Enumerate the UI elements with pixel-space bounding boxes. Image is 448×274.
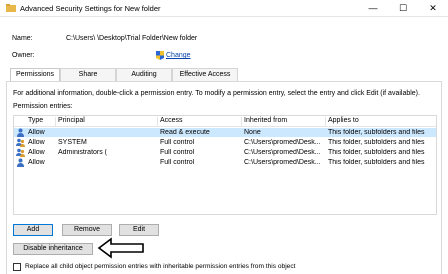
column-header-inherited-from[interactable]: Inherited from — [242, 117, 326, 126]
table-row[interactable]: Allow SYSTEM Full control C:\Users\prome… — [14, 138, 436, 147]
tab-share[interactable]: Share — [60, 68, 116, 81]
edit-button[interactable]: Edit — [119, 224, 159, 236]
column-header-principal[interactable]: Principal — [56, 117, 158, 126]
cell-type: Allow — [28, 129, 45, 136]
column-header-access[interactable]: Access — [158, 117, 242, 126]
maximize-button[interactable]: ☐ — [388, 0, 418, 17]
cell-applies-to: This folder, subfolders and files — [328, 149, 425, 156]
cell-type: Allow — [28, 159, 45, 166]
cell-inherited-from: None — [244, 129, 261, 136]
tab-effective-access[interactable]: Effective Access — [172, 68, 238, 81]
window-title: Advanced Security Settings for New folde… — [20, 4, 161, 13]
cell-access: Full control — [160, 149, 195, 156]
minimize-button[interactable]: — — [358, 0, 388, 17]
left-arrow-icon — [97, 237, 144, 259]
cell-principal: SYSTEM — [58, 139, 87, 146]
user-icon — [17, 128, 24, 137]
tab-permissions[interactable]: Permissions — [10, 68, 60, 82]
permission-entries-table[interactable]: Type Principal Access Inherited from App… — [13, 115, 437, 215]
cell-principal: Administrators ( — [58, 149, 108, 156]
folder-icon — [6, 4, 16, 12]
replace-child-permissions-label: Replace all child object permission entr… — [25, 263, 296, 270]
cell-type: Allow — [28, 149, 45, 156]
cell-inherited-from: C:\Users\promed\Desk... — [244, 149, 321, 156]
cell-access: Full control — [160, 139, 195, 146]
cell-inherited-from: C:\Users\promed\Desk... — [244, 139, 321, 146]
users-group-icon — [16, 138, 25, 147]
disable-inheritance-button[interactable]: Disable inheritance — [13, 243, 93, 255]
close-button[interactable]: ✕ — [418, 0, 448, 17]
name-label: Name: — [12, 35, 33, 42]
users-group-icon — [16, 148, 25, 157]
cell-type: Allow — [28, 139, 45, 146]
column-header-applies-to[interactable]: Applies to — [326, 117, 436, 126]
owner-label: Owner: — [12, 52, 35, 59]
name-value: C:\Users\ \Desktop\Trial Folder\New fold… — [66, 35, 198, 42]
replace-child-permissions-checkbox[interactable] — [13, 263, 21, 271]
dialog-content: Name: C:\Users\ \Desktop\Trial Folder\Ne… — [0, 18, 448, 274]
table-row[interactable]: Allow Read & execute None This folder, s… — [14, 128, 436, 137]
tab-strip: Permissions Share Auditing Effective Acc… — [10, 68, 440, 82]
info-text: For additional information, double-click… — [13, 90, 420, 97]
cell-applies-to: This folder, subfolders and files — [328, 139, 425, 146]
add-button[interactable]: Add — [13, 224, 53, 236]
permission-entries-label: Permission entries: — [13, 103, 73, 110]
cell-access: Full control — [160, 159, 195, 166]
table-header: Type Principal Access Inherited from App… — [14, 116, 436, 127]
tab-auditing[interactable]: Auditing — [116, 68, 172, 81]
cell-inherited-from: C:\Users\promed\Desk... — [244, 159, 321, 166]
change-owner-link[interactable]: Change — [166, 52, 191, 59]
user-icon — [17, 158, 24, 167]
title-bar: Advanced Security Settings for New folde… — [0, 0, 448, 17]
table-row[interactable]: Allow Administrators ( Full control C:\U… — [14, 148, 436, 157]
permissions-panel: For additional information, double-click… — [6, 81, 442, 274]
cell-applies-to: This folder, subfolders and files — [328, 129, 425, 136]
column-header-type[interactable]: Type — [26, 117, 56, 126]
shield-icon — [156, 51, 164, 60]
cell-access: Read & execute — [160, 129, 210, 136]
cell-applies-to: This folder, subfolders and files — [328, 159, 425, 166]
table-row[interactable]: Allow Full control C:\Users\promed\Desk.… — [14, 158, 436, 167]
remove-button[interactable]: Remove — [62, 224, 112, 236]
